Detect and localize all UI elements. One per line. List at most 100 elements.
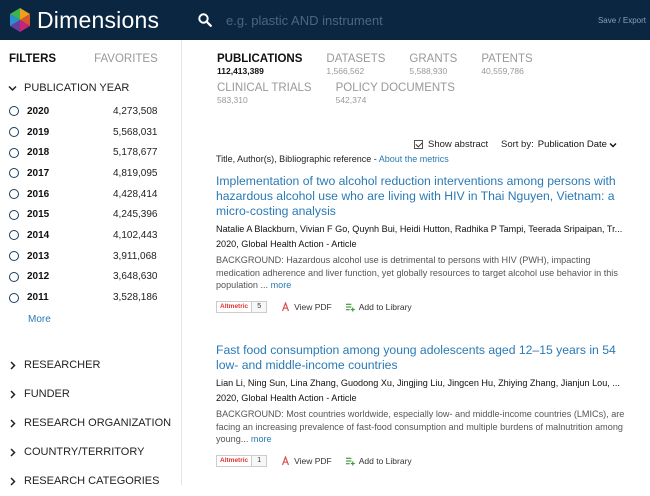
year-count: 4,102,443 — [113, 229, 158, 241]
year-count: 3,648,630 — [113, 271, 158, 283]
altmetric-badge[interactable]: Altmetric 1 — [216, 454, 268, 467]
year-filter-row[interactable]: 2014 4,102,443 — [0, 225, 181, 246]
tab-policy-documents[interactable]: POLICY DOCUMENTS 542,374 — [336, 82, 455, 106]
type-name: CLINICAL TRIALS — [217, 82, 312, 94]
show-abstract-checkbox[interactable] — [414, 140, 423, 149]
add-to-library-label: Add to Library — [358, 301, 412, 312]
radio-button[interactable] — [9, 230, 19, 241]
publication-year-label: PUBLICATION YEAR — [24, 82, 130, 94]
year-filter-row[interactable]: 2013 3,911,068 — [0, 246, 181, 267]
radio-button[interactable] — [9, 127, 19, 138]
funder-label: FUNDER — [24, 388, 70, 401]
researcher-filter-header[interactable]: RESEARCHER — [0, 351, 181, 380]
altmetric-score: 1 — [252, 455, 267, 466]
brand-logo[interactable]: Dimensions — [0, 0, 180, 40]
tab-publications[interactable]: PUBLICATIONS 112,413,389 — [217, 53, 302, 77]
country-territory-label: COUNTRY/TERRITORY — [24, 446, 145, 459]
search-result: Implementation of two alcohol reduction … — [216, 174, 626, 313]
save-export-link[interactable]: Save / Export — [598, 16, 646, 25]
result-authors: Lian Li, Ning Sun, Lina Zhang, Guodong X… — [216, 378, 620, 388]
year-filter-row[interactable]: 2020 4,273,508 — [0, 101, 181, 122]
top-bar: Dimensions Save / Export — [0, 0, 650, 40]
funder-filter-header[interactable]: FUNDER — [0, 380, 181, 409]
tab-datasets[interactable]: DATASETS 1,566,562 — [326, 53, 385, 77]
search-icon[interactable] — [198, 13, 212, 27]
abstract-text: BACKGROUND: Most countries worldwide, es… — [216, 409, 625, 445]
radio-button[interactable] — [9, 251, 19, 262]
view-pdf-button[interactable]: View PDF — [281, 301, 332, 312]
year-count: 4,245,396 — [113, 209, 158, 221]
tab-grants[interactable]: GRANTS 5,588,930 — [409, 53, 457, 77]
year-filter-row[interactable]: 2016 4,428,414 — [0, 184, 181, 205]
show-abstract-toggle[interactable]: Show abstract — [414, 139, 488, 150]
about-metrics-link[interactable]: About the metrics — [379, 154, 449, 164]
type-count: 1,566,562 — [326, 66, 365, 76]
add-to-library-button[interactable]: Add to Library — [345, 301, 412, 312]
year-filter-row[interactable]: 2015 4,245,396 — [0, 204, 181, 225]
radio-button[interactable] — [9, 147, 19, 158]
type-name: PUBLICATIONS — [217, 53, 303, 65]
bibliographic-header: Title, Author(s), Bibliographic referenc… — [216, 154, 449, 164]
view-pdf-label: View PDF — [294, 455, 332, 466]
altmetric-badge[interactable]: Altmetric 5 — [216, 300, 268, 313]
year-count: 4,428,414 — [113, 188, 158, 200]
year-count: 4,273,508 — [113, 105, 158, 117]
result-title-link[interactable]: Implementation of two alcohol reduction … — [216, 174, 626, 219]
radio-button[interactable] — [9, 292, 19, 303]
year-count: 3,528,186 — [113, 292, 158, 304]
type-count: 112,413,389 — [217, 66, 264, 76]
year-filter-row[interactable]: 2017 4,819,095 — [0, 163, 181, 184]
tab-favorites[interactable]: FAVORITES — [94, 53, 158, 65]
research-categories-filter-header[interactable]: RESEARCH CATEGORIES — [0, 467, 181, 496]
result-meta: 2020, Global Health Action - Article — [216, 393, 357, 403]
type-name: POLICY DOCUMENTS — [335, 82, 455, 94]
country-territory-filter-header[interactable]: COUNTRY/TERRITORY — [0, 438, 181, 467]
tab-filters[interactable]: FILTERS — [9, 53, 56, 65]
tab-patents[interactable]: PATENTS 40,559,786 — [481, 53, 532, 77]
result-abstract: BACKGROUND: Hazardous alcohol use is det… — [216, 254, 626, 292]
year-count: 5,568,031 — [113, 126, 158, 138]
filters-sidebar: FILTERS FAVORITES PUBLICATION YEAR 2020 … — [0, 40, 182, 487]
radio-button[interactable] — [9, 189, 19, 200]
show-abstract-label: Show abstract — [428, 139, 489, 150]
search-input[interactable] — [226, 12, 586, 28]
add-to-library-icon — [345, 457, 355, 466]
year-filter-row[interactable]: 2018 5,178,677 — [0, 142, 181, 163]
radio-button[interactable] — [9, 106, 19, 117]
year-count: 5,178,677 — [113, 147, 158, 159]
more-years-link[interactable]: More — [0, 314, 181, 328]
more-link[interactable]: more — [271, 280, 292, 290]
chevron-right-icon — [10, 448, 16, 457]
radio-button[interactable] — [9, 271, 19, 282]
search-result: Fast food consumption among young adoles… — [216, 343, 626, 467]
year-label: 2018 — [27, 147, 50, 159]
result-meta: 2020, Global Health Action - Article — [216, 239, 357, 249]
altmetric-label: Altmetric — [217, 455, 253, 466]
year-filter-row[interactable]: 2019 5,568,031 — [0, 122, 181, 143]
year-label: 2012 — [27, 271, 50, 283]
publication-year-filter-header[interactable]: PUBLICATION YEAR — [0, 78, 181, 98]
results-controls: Show abstract Sort by: Publication Date — [182, 139, 650, 153]
year-list: 2020 4,273,508 2019 5,568,031 2018 5,178… — [0, 98, 181, 308]
result-authors: Natalie A Blackburn, Vivian F Go, Quynh … — [216, 224, 623, 234]
result-actions: Altmetric 5 View PDF Add to Library — [216, 300, 626, 313]
radio-button[interactable] — [9, 209, 19, 220]
pdf-icon — [282, 301, 290, 311]
sort-value: Publication Date — [537, 139, 607, 150]
type-name: GRANTS — [409, 53, 458, 65]
researcher-label: RESEARCHER — [24, 359, 101, 372]
more-link[interactable]: more — [251, 434, 272, 444]
view-pdf-button[interactable]: View PDF — [281, 455, 332, 466]
radio-button[interactable] — [9, 168, 19, 179]
altmetric-label: Altmetric — [217, 301, 253, 312]
result-title-link[interactable]: Fast food consumption among young adoles… — [216, 343, 626, 373]
research-organization-filter-header[interactable]: RESEARCH ORGANIZATION — [0, 409, 181, 438]
altmetric-score: 5 — [252, 301, 267, 312]
year-label: 2016 — [27, 188, 50, 200]
year-filter-row[interactable]: 2011 3,528,186 — [0, 287, 181, 308]
sort-dropdown[interactable]: Sort by: Publication Date — [501, 139, 617, 150]
tab-clinical-trials[interactable]: CLINICAL TRIALS 583,310 — [217, 82, 312, 106]
add-to-library-button[interactable]: Add to Library — [345, 456, 412, 466]
year-filter-row[interactable]: 2012 3,648,630 — [0, 267, 181, 288]
year-label: 2019 — [27, 126, 50, 138]
